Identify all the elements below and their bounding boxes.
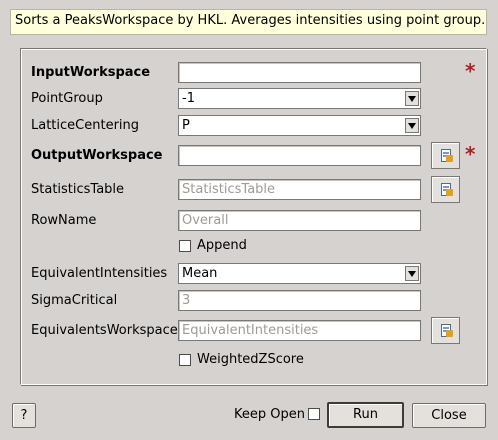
required-marker-icon: *	[465, 142, 476, 166]
row-name-field[interactable]: Overall	[178, 210, 421, 231]
sigma-critical-row: SigmaCritical 3	[21, 290, 486, 312]
lattice-centering-row: LatticeCentering P	[21, 115, 486, 137]
statistics-table-row: StatisticsTable StatisticsTable	[21, 176, 486, 203]
input-workspace-row: InputWorkspace *	[21, 59, 486, 84]
append-row: Append	[21, 237, 486, 259]
append-checkbox[interactable]	[179, 240, 191, 252]
required-marker-icon: *	[465, 59, 476, 83]
equivalent-intensities-value: Mean	[182, 266, 218, 281]
statistics-table-browse-button[interactable]	[431, 176, 460, 203]
weighted-z-score-checkbox[interactable]	[179, 354, 191, 366]
chevron-down-icon[interactable]	[405, 118, 419, 133]
equivalents-workspace-field[interactable]: EquivalentIntensities	[178, 320, 421, 341]
output-workspace-browse-button[interactable]	[431, 142, 460, 169]
keep-open-checkbox[interactable]	[308, 408, 320, 420]
lattice-centering-label: LatticeCentering	[31, 118, 140, 133]
chevron-down-icon[interactable]	[405, 91, 419, 106]
statistics-table-field[interactable]: StatisticsTable	[178, 179, 421, 200]
sigma-critical-field[interactable]: 3	[178, 290, 421, 311]
equivalents-workspace-row: EquivalentsWorkspace EquivalentIntensiti…	[21, 317, 486, 344]
chevron-down-icon[interactable]	[405, 266, 419, 281]
input-workspace-field[interactable]	[178, 62, 421, 83]
workspace-browse-icon	[441, 324, 453, 337]
point-group-select[interactable]: -1	[178, 88, 421, 109]
properties-panel: InputWorkspace * PointGroup -1 LatticeCe…	[20, 48, 487, 385]
algorithm-description: Sorts a PeaksWorkspace by HKL. Averages …	[10, 9, 487, 35]
sigma-critical-label: SigmaCritical	[31, 293, 118, 308]
workspace-browse-icon	[441, 183, 453, 196]
close-button[interactable]: Close	[412, 403, 486, 428]
help-button[interactable]: ?	[12, 403, 36, 428]
row-name-row: RowName Overall	[21, 210, 486, 232]
run-button[interactable]: Run	[327, 402, 404, 428]
equivalents-workspace-browse-button[interactable]	[431, 317, 460, 344]
equivalent-intensities-label: EquivalentIntensities	[31, 266, 168, 281]
row-name-label: RowName	[31, 213, 97, 228]
point-group-label: PointGroup	[31, 91, 103, 106]
equivalent-intensities-select[interactable]: Mean	[178, 263, 421, 284]
keep-open-label[interactable]: Keep Open	[234, 407, 305, 422]
point-group-value: -1	[182, 91, 195, 106]
append-label[interactable]: Append	[197, 238, 247, 253]
output-workspace-label: OutputWorkspace	[31, 148, 163, 163]
lattice-centering-select[interactable]: P	[178, 115, 421, 136]
statistics-table-label: StatisticsTable	[31, 182, 125, 197]
output-workspace-row: OutputWorkspace *	[21, 142, 486, 169]
input-workspace-label: InputWorkspace	[31, 65, 151, 80]
point-group-row: PointGroup -1	[21, 88, 486, 110]
equivalent-intensities-row: EquivalentIntensities Mean	[21, 263, 486, 285]
output-workspace-field[interactable]	[178, 145, 421, 166]
equivalents-workspace-label: EquivalentsWorkspace	[31, 323, 178, 338]
weighted-z-score-row: WeightedZScore	[21, 351, 486, 373]
weighted-z-score-label[interactable]: WeightedZScore	[197, 352, 304, 367]
workspace-browse-icon	[441, 149, 453, 162]
lattice-centering-value: P	[182, 118, 190, 133]
